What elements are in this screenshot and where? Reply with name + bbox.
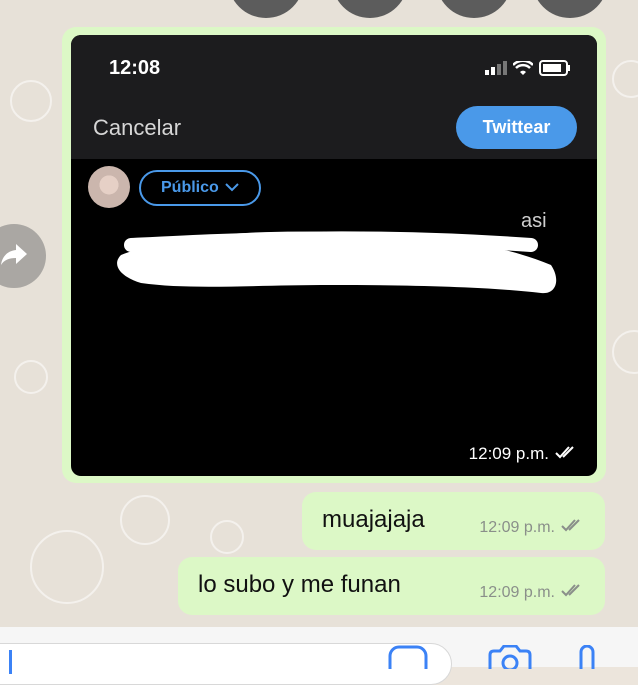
message-meta: 12:09 p.m. (479, 518, 583, 537)
status-bar-clock: 12:08 (109, 57, 161, 79)
sticker-icon[interactable] (388, 645, 428, 679)
tweet-button: Twittear (456, 106, 577, 149)
image-timestamp: 12:09 p.m. (469, 444, 577, 464)
compose-header: 12:08 Cancelar Twittear (71, 35, 597, 159)
wallpaper-doodle (612, 60, 638, 98)
double-check-icon (561, 518, 583, 537)
double-check-icon (561, 583, 583, 602)
message-input[interactable] (0, 643, 452, 685)
tweet-compose-screenshot[interactable]: 12:08 Cancelar Twittear Público asi 12:0… (71, 35, 597, 476)
wallpaper-doodle (120, 495, 170, 545)
wallpaper-doodle (612, 330, 638, 374)
text-caret (9, 650, 12, 674)
message-time: 12:09 p.m. (479, 518, 555, 536)
audience-label: Público (161, 179, 219, 196)
mic-icon[interactable] (576, 644, 598, 678)
wallpaper-doodle (14, 360, 48, 394)
image-time: 12:09 p.m. (468, 444, 549, 463)
message-input-bar (0, 627, 638, 685)
redaction-scribble (117, 231, 557, 294)
message-text: lo subo y me funan (198, 571, 401, 598)
message-bubble[interactable]: muajajaja 12:09 p.m. (302, 492, 605, 550)
wifi-icon (512, 59, 534, 81)
message-meta: 12:09 p.m. (479, 583, 583, 602)
message-time: 12:09 p.m. (479, 583, 555, 601)
double-check-icon (555, 444, 577, 464)
message-text: muajajaja (322, 506, 425, 533)
signal-icon (485, 61, 507, 80)
battery-icon (539, 60, 571, 81)
wallpaper-doodle (210, 520, 244, 554)
status-bar-icons (485, 59, 571, 81)
camera-icon[interactable] (486, 644, 534, 677)
image-message-bubble[interactable]: 12:08 Cancelar Twittear Público asi 12:0… (62, 27, 606, 483)
avatar (88, 166, 130, 208)
wallpaper-doodle (10, 80, 52, 122)
audience-selector: Público (139, 170, 261, 206)
chevron-down-icon (225, 179, 239, 197)
cancel-button: Cancelar (93, 115, 182, 140)
forward-icon (0, 242, 28, 271)
wallpaper-doodle (30, 530, 104, 604)
message-bubble[interactable]: lo subo y me funan 12:09 p.m. (178, 557, 605, 615)
